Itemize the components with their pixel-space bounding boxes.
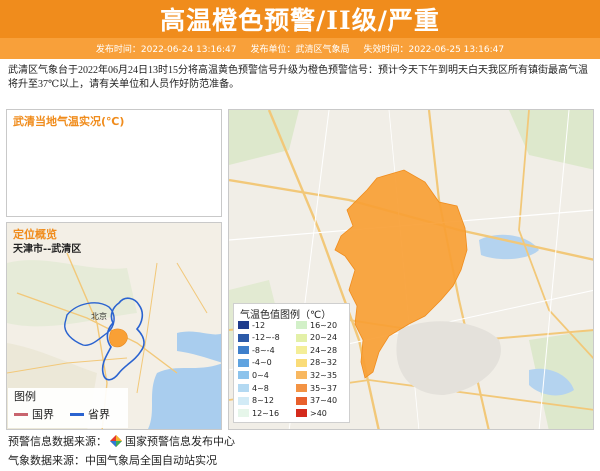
beijing-label: 北京 xyxy=(91,311,107,321)
temperature-legend-label: -12~-8 xyxy=(252,333,280,343)
map-legend-title: 图例 xyxy=(14,390,36,403)
temperature-legend-item: 24~28 xyxy=(296,345,337,355)
temperature-legend-item: 4~8 xyxy=(238,383,269,393)
temperature-legend-swatch xyxy=(238,409,249,418)
temperature-legend-item: 28~32 xyxy=(296,358,337,368)
legend-province-border: 省界 xyxy=(70,406,110,422)
temperature-legend-swatch xyxy=(296,396,307,405)
temperature-legend-label: -4~0 xyxy=(252,358,272,368)
temperature-legend-item: 20~24 xyxy=(296,333,337,343)
temperature-legend-item: 37~40 xyxy=(296,396,337,406)
temperature-legend-item: 12~16 xyxy=(238,408,279,418)
temperature-legend-item: >40 xyxy=(296,408,327,418)
temperature-legend-label: -12 xyxy=(252,320,266,330)
publish-time: 发布时间：2022-06-24 13:16:47 xyxy=(95,45,237,55)
temperature-legend-label: 35~37 xyxy=(310,383,338,393)
temperature-legend-label: 16~20 xyxy=(310,320,338,330)
temperature-panel: 武清当地气温实况(℃) xyxy=(6,109,222,217)
temperature-legend-item: 16~20 xyxy=(296,320,337,330)
warning-description: 武清区气象台于2022年06月24日13时15分将高温黄色预警信号升级为橙色预警… xyxy=(8,65,588,90)
location-panel-subheading: 天津市--武清区 xyxy=(13,244,82,255)
expire-time: 失效时间：2022-06-25 13:16:47 xyxy=(363,45,505,55)
temperature-legend-label: -8~-4 xyxy=(252,345,275,355)
warning-source-name[interactable]: 国家预警信息发布中心 xyxy=(125,433,235,449)
province-border-label: 省界 xyxy=(88,408,110,421)
temperature-legend-swatch xyxy=(296,409,307,418)
temperature-legend-item: 35~37 xyxy=(296,383,337,393)
temperature-panel-heading: 武清当地气温实况(℃) xyxy=(13,115,125,128)
legend-country-border: 国界 xyxy=(14,406,54,422)
warning-source-label: 预警信息数据来源： xyxy=(8,435,107,448)
map-legend: 图例 国界 省界 xyxy=(8,388,128,428)
temperature-legend-item: -4~0 xyxy=(238,358,272,368)
temperature-legend-swatch xyxy=(296,333,307,342)
temperature-legend-label: 28~32 xyxy=(310,358,338,368)
warning-title: 高温橙色预警/II级/严重 xyxy=(160,6,440,35)
temperature-color-legend: 气温色值图例（℃） -12 16~20 -12~-8 20~24 -8~-4 24~28 -… xyxy=(233,303,350,423)
temperature-legend-label: 37~40 xyxy=(310,396,338,406)
weather-source-line: 气象数据来源：中国气象局全国自动站实况 xyxy=(8,452,217,468)
temperature-legend-swatch xyxy=(296,346,307,355)
temperature-legend-item: -8~-4 xyxy=(238,345,275,355)
temperature-legend-label: 0~4 xyxy=(252,370,269,380)
temperature-legend-swatch xyxy=(238,371,249,380)
temperature-legend-swatch xyxy=(238,346,249,355)
temperature-legend-swatch xyxy=(238,333,249,342)
temperature-legend-swatch xyxy=(238,384,249,392)
temperature-legend-label: 4~8 xyxy=(252,383,269,393)
warning-source-line: 预警信息数据来源： 国家预警信息发布中心 xyxy=(8,433,235,449)
temperature-legend-swatch xyxy=(296,321,307,329)
temperature-legend-label: 24~28 xyxy=(310,345,338,355)
temperature-legend-label: 12~16 xyxy=(252,408,280,418)
warning-meta-bar: 发布时间：2022-06-24 13:16:47 发布单位：武清区气象局 失效时… xyxy=(0,38,600,59)
temperature-legend-swatch xyxy=(238,396,249,405)
temperature-legend-swatch xyxy=(238,358,249,367)
temperature-legend-item: -12~-8 xyxy=(238,333,280,343)
temperature-legend-item: 32~35 xyxy=(296,370,337,380)
temperature-legend-label: >40 xyxy=(310,408,327,418)
temperature-legend-label: 20~24 xyxy=(310,333,338,343)
temperature-legend-swatch xyxy=(296,358,307,367)
publisher: 发布单位：武清区气象局 xyxy=(250,45,350,55)
temperature-legend-label: 32~35 xyxy=(310,370,338,380)
temperature-legend-item: 8~12 xyxy=(238,396,274,406)
temperature-legend-label: 8~12 xyxy=(252,396,274,406)
weather-source-label: 气象数据来源：中国气象局全国自动站实况 xyxy=(8,454,217,467)
country-border-swatch xyxy=(14,412,28,416)
country-border-label: 国界 xyxy=(32,408,54,421)
temperature-legend-item: 0~4 xyxy=(238,370,269,380)
temperature-legend-swatch xyxy=(296,384,307,392)
temperature-legend-swatch xyxy=(296,371,307,380)
temperature-legend-title: 气温色值图例（℃） xyxy=(240,310,332,321)
temperature-legend-swatch xyxy=(238,321,249,329)
warning-center-logo-icon xyxy=(110,435,122,447)
temperature-legend-item: -12 xyxy=(238,320,265,330)
province-border-swatch xyxy=(70,412,84,416)
warning-banner: 高温橙色预警/II级/严重 xyxy=(0,0,600,38)
